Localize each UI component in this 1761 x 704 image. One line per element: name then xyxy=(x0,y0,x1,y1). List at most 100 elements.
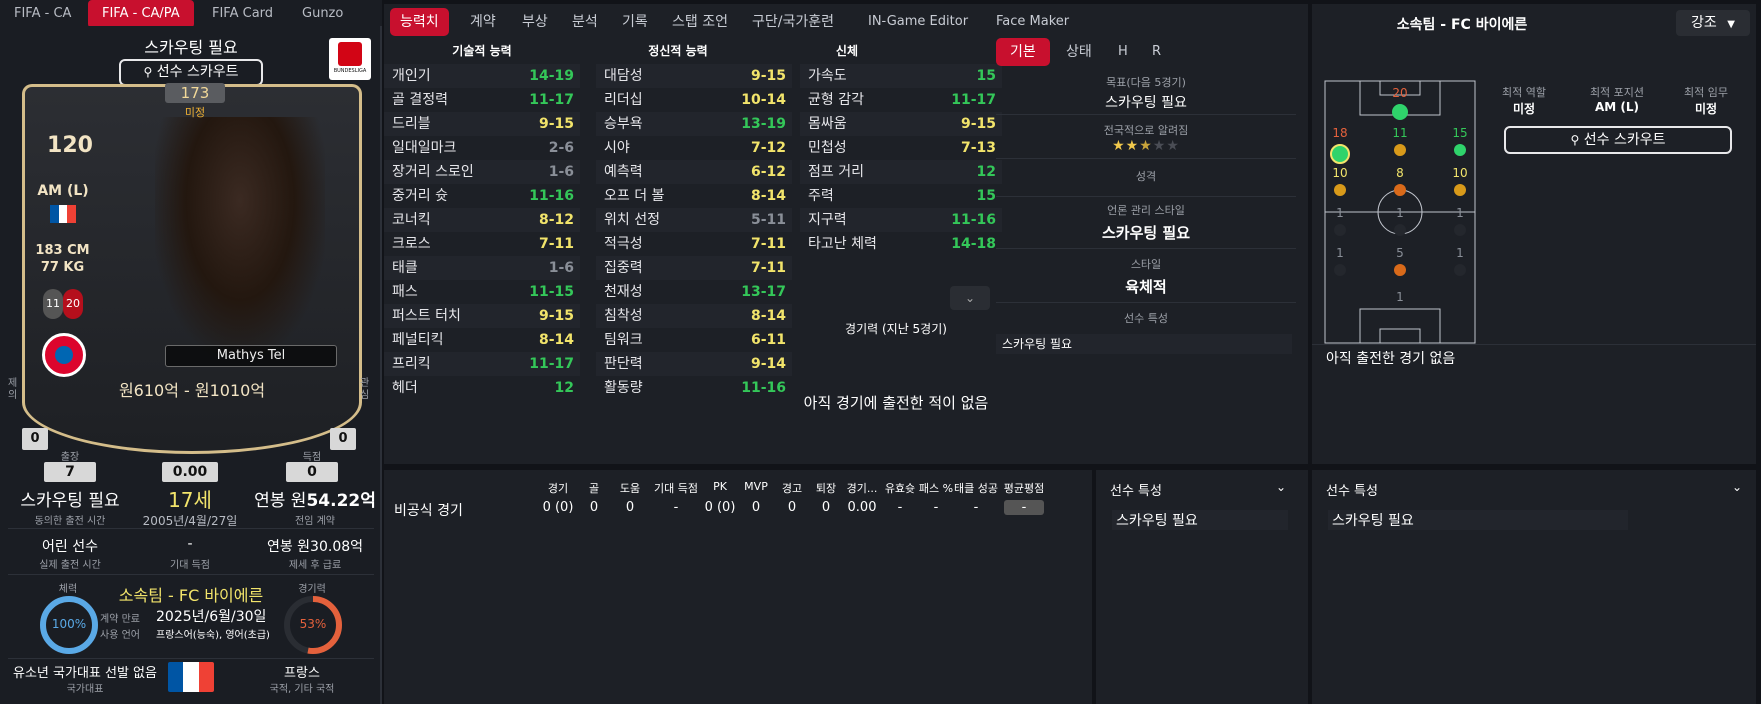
pitch-position-dot[interactable] xyxy=(1394,144,1406,156)
attribute-name: 코너킥 xyxy=(392,212,431,228)
tab-r[interactable]: R xyxy=(1142,38,1171,66)
table-cell: - xyxy=(1004,500,1044,515)
side-divider-2 xyxy=(996,158,1296,159)
scout-button-label: 선수 스카우트 xyxy=(1583,132,1666,148)
expand-chevron-icon[interactable]: ⌄ xyxy=(950,286,990,310)
pitch-position-dot[interactable] xyxy=(1394,184,1406,196)
tab-basic[interactable]: 기본 xyxy=(996,38,1050,66)
attribute-row: 집중력 7-11 xyxy=(596,256,792,280)
pitch-position-number: 10 xyxy=(1452,166,1468,180)
pitch-position-dot[interactable] xyxy=(1334,184,1346,196)
pitch-position-dot[interactable] xyxy=(1454,224,1466,236)
tab-analysis[interactable]: 분석 xyxy=(562,8,608,36)
rating-box: 173 xyxy=(165,83,225,103)
salary: 연봉 원54.22억 xyxy=(248,486,382,511)
tab-staff-advice[interactable]: 스탭 조언 xyxy=(662,8,738,36)
column-header[interactable]: 평균평점 xyxy=(998,480,1050,496)
attribute-row: 적극성 7-11 xyxy=(596,232,792,256)
tab-face-maker[interactable]: Face Maker xyxy=(986,8,1079,36)
goals-label: 득점 xyxy=(302,452,322,463)
rating-sub: 미정 xyxy=(184,106,206,119)
pitch-position-dot[interactable] xyxy=(1454,144,1466,156)
pitch-position-dot[interactable] xyxy=(1394,224,1406,236)
style-value: 육체적 xyxy=(1125,278,1167,296)
top-tab-bar: FIFA - CA FIFA - CA/PA FIFA Card Gunzo xyxy=(0,0,382,28)
apps-label: 출장 xyxy=(60,452,80,463)
top-tab-fifa-ca[interactable]: FIFA - CA xyxy=(0,0,85,28)
expected-goals-label: 기대 득점 xyxy=(170,560,210,571)
attribute-name: 리더십 xyxy=(604,92,643,108)
avg-rating-value: 0.00 xyxy=(162,462,218,482)
pitch-position-number: 1 xyxy=(1336,246,1344,260)
attribute-value: 7-11 xyxy=(750,236,786,252)
traits-panel-title: 선수 특성 xyxy=(1326,484,1378,499)
tab-contract[interactable]: 계약 xyxy=(460,8,506,36)
column-header[interactable]: 태클 성공 xyxy=(950,480,1002,496)
table-row: 0 (0) 0 0-0 (0) 0 0 0 0.00- - - - xyxy=(384,500,1092,520)
best-role-label: 최적 역할 xyxy=(1502,86,1546,99)
attribute-row: 주력 15 xyxy=(800,184,1002,208)
pitch-position-dot[interactable] xyxy=(1330,144,1350,164)
right-divider xyxy=(1312,344,1756,345)
attribute-name: 페널티킥 xyxy=(392,332,444,348)
emphasis-label: 강조 xyxy=(1691,15,1717,31)
attribute-row: 크로스 7-11 xyxy=(384,232,580,256)
attribute-value: 14-18 xyxy=(951,236,996,252)
best-position-value: AM (L) xyxy=(1594,100,1640,114)
form-last5-label: 경기력 (지난 5경기) xyxy=(845,322,947,336)
attribute-value: 6-11 xyxy=(750,332,786,348)
pitch-position-dot[interactable] xyxy=(1334,264,1346,276)
scout-player-button[interactable]: ⚲ 선수 스카우트 xyxy=(119,59,263,86)
attribute-value: 9-15 xyxy=(538,308,574,324)
top-tab-fifa-card[interactable]: FIFA Card xyxy=(198,0,287,28)
goal-value: 스카우팅 필요 xyxy=(1105,95,1187,111)
pitch-position-dot[interactable] xyxy=(1392,104,1408,120)
tab-ingame-editor[interactable]: IN-Game Editor xyxy=(858,8,978,36)
personality-label: 성격 xyxy=(1135,170,1157,183)
best-duty-label: 최적 임무 xyxy=(1684,86,1728,99)
pitch-position-dot[interactable] xyxy=(1394,264,1406,276)
tab-injury[interactable]: 부상 xyxy=(512,8,558,36)
attribute-row: 태클 1-6 xyxy=(384,256,580,280)
attribute-name: 헤더 xyxy=(392,380,418,396)
attribute-name: 일대일마크 xyxy=(392,140,457,156)
top-tab-gunzo[interactable]: Gunzo xyxy=(288,0,357,28)
card-header: 스카우팅 필요 xyxy=(144,38,238,57)
pitch-position-dot[interactable] xyxy=(1334,224,1346,236)
attribute-name: 점프 거리 xyxy=(808,164,864,180)
nationality: 프랑스 xyxy=(284,666,320,681)
badge-number-red: 20 xyxy=(63,289,83,319)
attribute-value: 7-13 xyxy=(960,140,996,156)
scout-player-button-right[interactable]: ⚲ 선수 스카우트 xyxy=(1504,126,1732,154)
attribute-name: 판단력 xyxy=(604,356,643,372)
nation-divider xyxy=(8,658,374,659)
tab-status[interactable]: 상태 xyxy=(1056,38,1102,66)
weight-label: 77 KG xyxy=(40,260,85,275)
tab-records[interactable]: 기록 xyxy=(612,8,658,36)
pitch-position-dot[interactable] xyxy=(1454,264,1466,276)
attribute-name: 드리블 xyxy=(392,116,431,132)
chevron-down-icon[interactable]: ⌄ xyxy=(1276,480,1286,494)
pitch-position-dot[interactable] xyxy=(1454,184,1466,196)
emphasis-dropdown[interactable]: 강조 ▼ xyxy=(1676,10,1750,36)
attribute-row: 민첩성 7-13 xyxy=(800,136,1002,160)
chevron-down-icon[interactable]: ⌄ xyxy=(1732,480,1742,494)
tab-club-training[interactable]: 구단/국가훈련 xyxy=(742,8,844,36)
attribute-name: 예측력 xyxy=(604,164,643,180)
traits-panel-1: 선수 특성 ⌄ 스카우팅 필요 xyxy=(1096,470,1308,704)
tab-attributes[interactable]: 능력치 xyxy=(390,8,449,36)
pitch-position-number: 10 xyxy=(1332,166,1348,180)
column-header[interactable]: 도움 xyxy=(604,480,656,496)
attribute-row: 타고난 체력 14-18 xyxy=(800,232,1002,256)
attribute-name: 침착성 xyxy=(604,308,643,324)
attribute-value: 12 xyxy=(554,380,574,396)
technical-header: 기술적 능력 xyxy=(452,44,512,58)
contract-expiry-label: 계약 만료 xyxy=(100,614,140,625)
club-panel-title: 소속팀 - FC 바이에른 xyxy=(1396,17,1528,33)
star-icon: ★ xyxy=(1125,138,1140,154)
attribute-name: 주력 xyxy=(808,188,834,204)
attribute-row: 리더십 10-14 xyxy=(596,88,792,112)
tab-h[interactable]: H xyxy=(1108,38,1138,66)
attribute-row: 승부욕 13-19 xyxy=(596,112,792,136)
top-tab-fifa-ca-pa[interactable]: FIFA - CA/PA xyxy=(88,0,194,28)
